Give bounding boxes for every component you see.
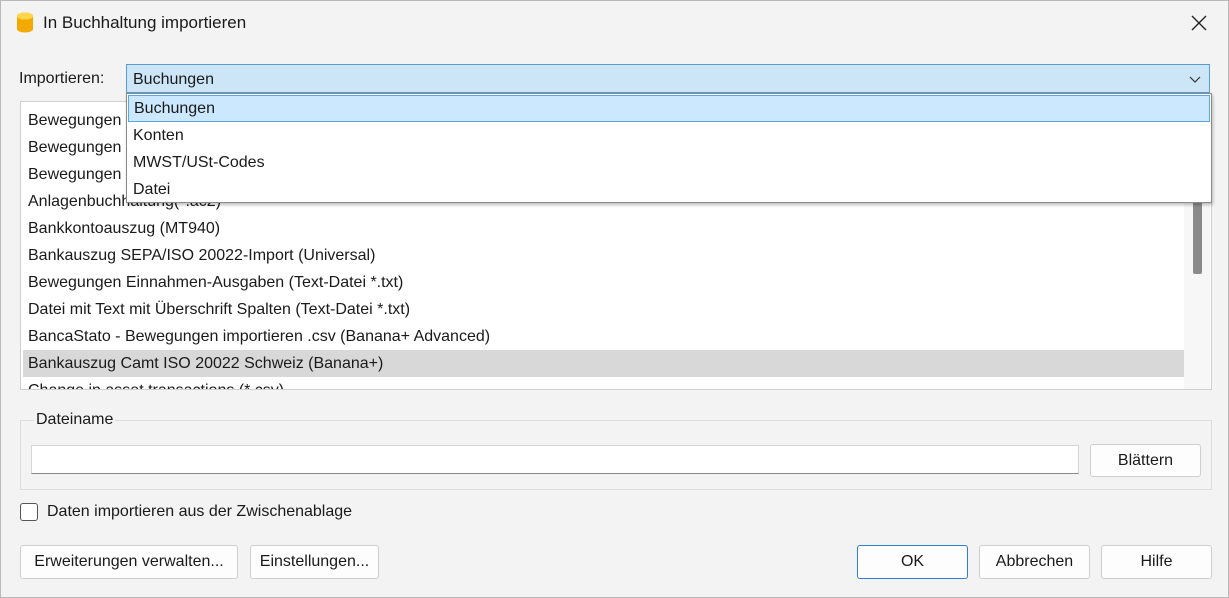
banana-app-icon bbox=[16, 12, 34, 34]
list-item[interactable]: Change in asset transactions (*.csv) bbox=[23, 377, 1188, 389]
filename-input[interactable] bbox=[31, 445, 1079, 474]
title-bar: In Buchhaltung importieren bbox=[1, 1, 1228, 45]
clipboard-checkbox[interactable] bbox=[20, 503, 38, 521]
close-icon bbox=[1191, 15, 1207, 31]
window-title: In Buchhaltung importieren bbox=[43, 13, 247, 32]
import-type-value: Buchungen bbox=[133, 71, 214, 88]
clipboard-checkbox-label[interactable]: Daten importieren aus der Zwischenablage bbox=[47, 503, 352, 521]
import-dialog: In Buchhaltung importieren Importieren: … bbox=[0, 0, 1229, 598]
settings-button[interactable]: Einstellungen... bbox=[250, 545, 379, 579]
dropdown-option-mwst-codes[interactable]: MWST/USt-Codes bbox=[128, 149, 1210, 176]
list-item[interactable]: Bewegungen Einnahmen-Ausgaben (Text-Date… bbox=[23, 269, 1188, 296]
list-item[interactable]: Bankauszug SEPA/ISO 20022-Import (Univer… bbox=[23, 242, 1188, 269]
import-type-dropdown: Buchungen Konten MWST/USt-Codes Datei bbox=[126, 93, 1212, 203]
import-type-label: Importieren: bbox=[19, 70, 105, 87]
chevron-down-icon bbox=[1189, 72, 1201, 84]
list-item[interactable]: Bankkontoauszug (MT940) bbox=[23, 215, 1188, 242]
list-item[interactable]: BancaStato - Bewegungen importieren .csv… bbox=[23, 323, 1188, 350]
dropdown-option-konten[interactable]: Konten bbox=[128, 122, 1210, 149]
dropdown-option-buchungen[interactable]: Buchungen bbox=[128, 95, 1210, 122]
import-type-select[interactable]: Buchungen bbox=[126, 64, 1210, 93]
ok-button[interactable]: OK bbox=[857, 545, 968, 579]
manage-extensions-button[interactable]: Erweiterungen verwalten... bbox=[20, 545, 238, 579]
close-button[interactable] bbox=[1184, 9, 1214, 37]
dropdown-option-datei[interactable]: Datei bbox=[128, 176, 1210, 203]
help-button[interactable]: Hilfe bbox=[1101, 545, 1212, 579]
list-item[interactable]: Datei mit Text mit Überschrift Spalten (… bbox=[23, 296, 1188, 323]
cancel-button[interactable]: Abbrechen bbox=[979, 545, 1090, 579]
list-item-selected[interactable]: Bankauszug Camt ISO 20022 Schweiz (Banan… bbox=[23, 350, 1188, 377]
browse-button[interactable]: Blättern bbox=[1090, 444, 1201, 477]
filename-group-title: Dateiname bbox=[34, 411, 116, 429]
